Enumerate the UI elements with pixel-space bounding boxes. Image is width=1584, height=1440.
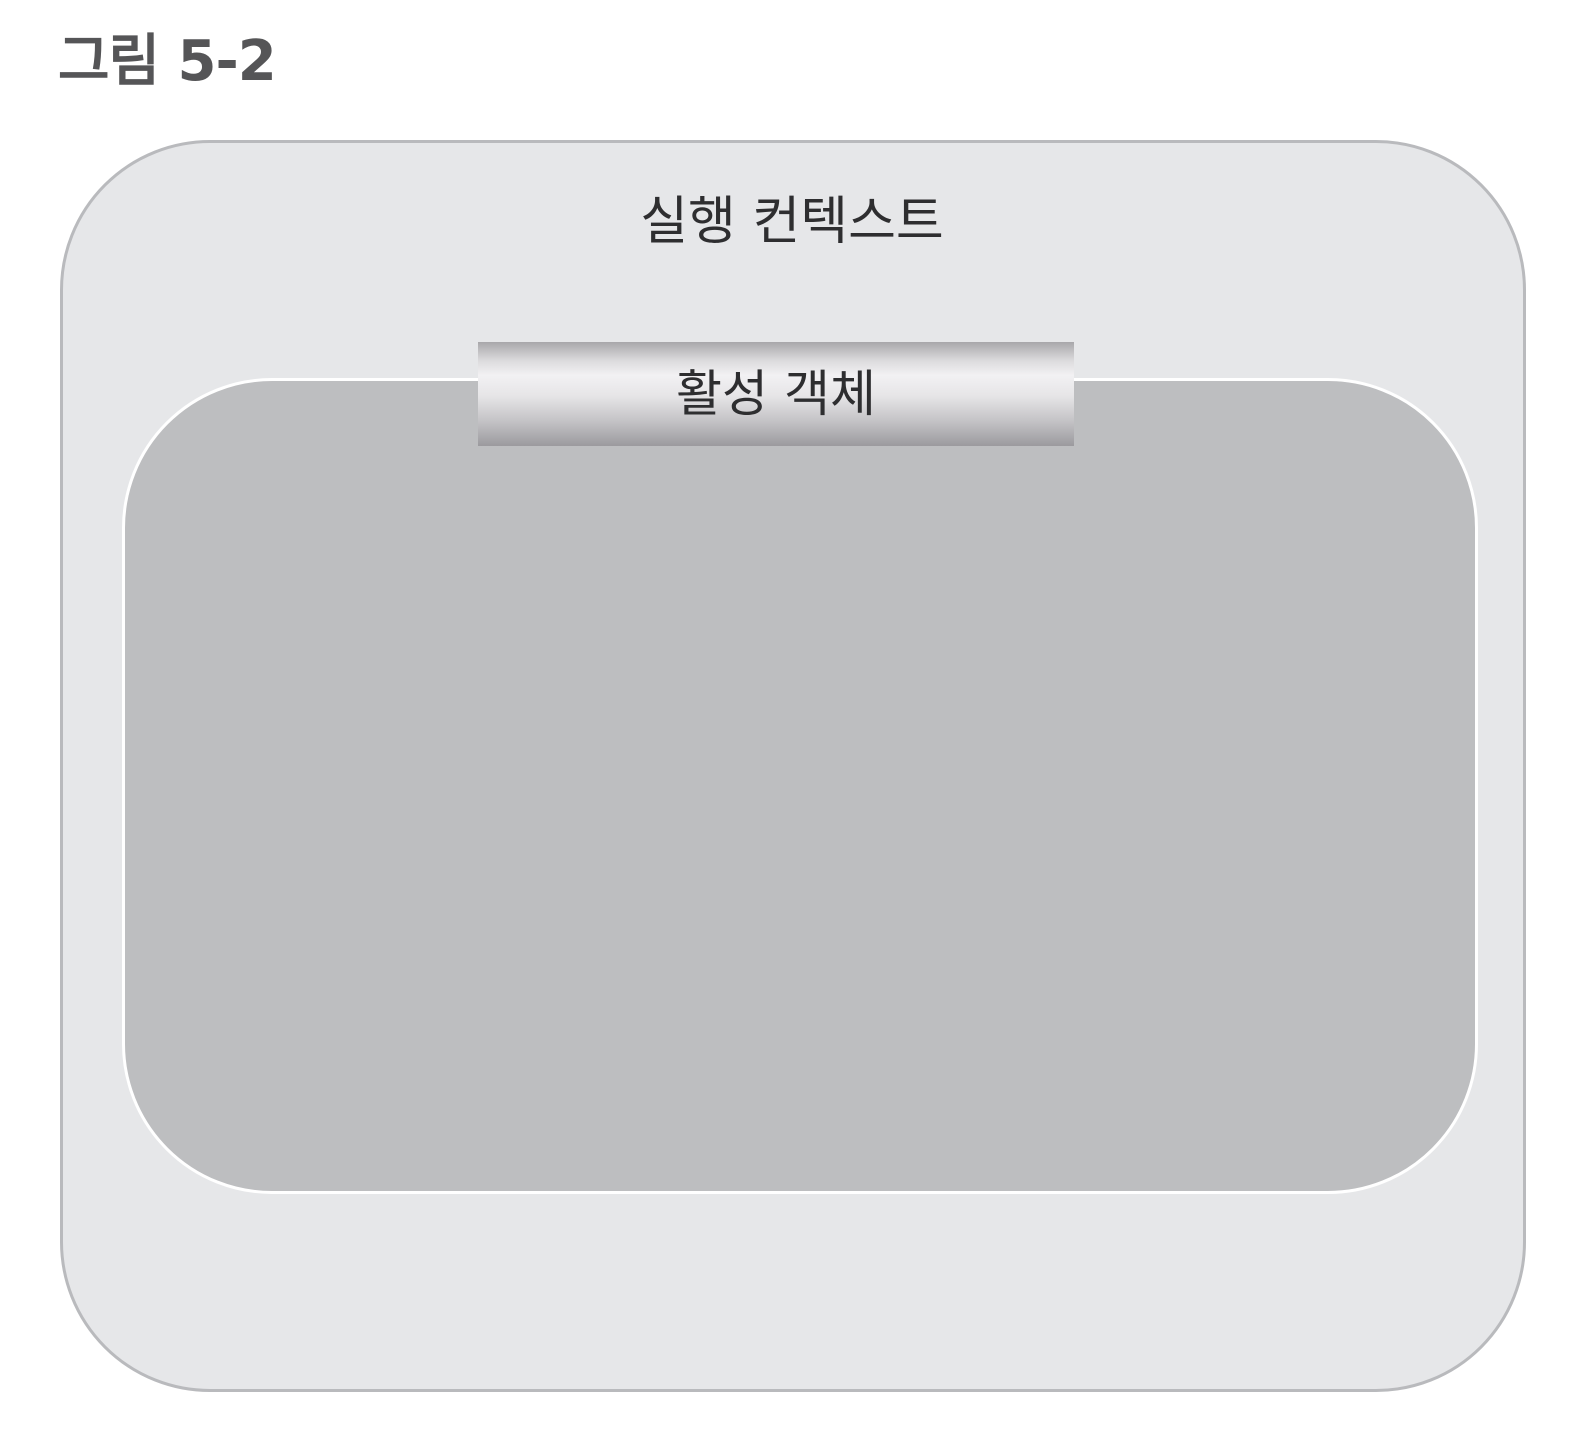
execution-context-title: 실행 컨텍스트 (640, 192, 944, 252)
activation-object-box (122, 378, 1478, 1194)
activation-object-tab: 활성 객체 (478, 342, 1074, 446)
figure-label: 그림 5-2 (58, 29, 277, 94)
activation-object-title: 활성 객체 (676, 365, 876, 423)
